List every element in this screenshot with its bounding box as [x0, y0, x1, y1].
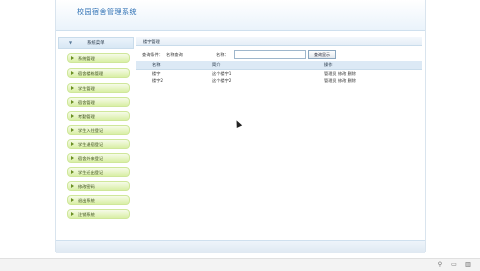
sidebar-item-checkin[interactable]: 学生入住登记 — [67, 125, 130, 135]
arrow-right-icon — [71, 156, 74, 160]
table-row: 楼宇 这个楼宇1 管理员 修改 删除 — [136, 70, 422, 78]
sidebar-item-checkout[interactable]: 学生退宿登记 — [67, 139, 130, 149]
arrow-right-icon — [71, 212, 74, 216]
building-table: 名称 简介 操作 楼宇 这个楼宇1 管理员 修改 删除 楼宇2 这个楼宇2 管理… — [136, 61, 422, 84]
sidebar-item-building[interactable]: 宿舍楼栋管理 — [67, 68, 130, 78]
sidebar-item-system[interactable]: 系统管理 — [67, 53, 130, 63]
sidebar-item-exit[interactable]: 退出系统 — [67, 195, 130, 205]
filter-label: 查询条件： — [142, 52, 163, 57]
sidebar-item-logout[interactable]: 注销系统 — [67, 209, 130, 219]
arrow-right-icon — [71, 198, 74, 202]
arrow-right-icon — [71, 142, 74, 146]
arrow-right-icon — [71, 56, 74, 60]
trash-icon[interactable]: ▥ — [464, 261, 472, 269]
arrow-right-icon — [71, 86, 74, 90]
cell-desc: 这个楼宇2 — [212, 77, 232, 83]
main-content: 楼宇管理 查询条件： 名称查询 名称： 查询显示 名称 简介 操作 楼宇 这个楼… — [136, 37, 422, 240]
sidebar-item-password[interactable]: 修改密码 — [67, 181, 130, 191]
sidebar: ▼ 系统菜单 系统管理 宿舍楼栋管理 学生管理 宿舍管理 考勤管理 学生入住登记… — [58, 37, 134, 240]
table-row: 楼宇2 这个楼宇2 管理员 修改 删除 — [136, 77, 422, 84]
arrow-right-icon — [71, 114, 74, 118]
cell-name: 楼宇 — [152, 70, 161, 76]
sidebar-item-student[interactable]: 学生管理 — [67, 83, 130, 93]
sidebar-item-attendance[interactable]: 考勤管理 — [67, 111, 130, 121]
sidebar-item-moveout[interactable]: 学生迁出登记 — [67, 167, 130, 177]
window-icon[interactable]: ▭ — [450, 261, 458, 269]
arrow-right-icon — [71, 100, 74, 104]
arrow-right-icon — [71, 170, 74, 174]
cell-actions[interactable]: 管理员 修改 删除 — [324, 70, 422, 78]
sidebar-item-visitor[interactable]: 宿舍外来登记 — [67, 153, 130, 163]
collapse-arrow-icon[interactable]: ▼ — [69, 40, 72, 45]
cell-name: 楼宇2 — [152, 77, 164, 83]
pin-icon[interactable]: ⚲ — [436, 261, 444, 269]
filter-mode[interactable]: 名称查询 — [166, 52, 183, 58]
name-label: 名称： — [216, 52, 229, 57]
taskbar: ⚲ ▭ ▥ — [0, 258, 480, 271]
table-header-row: 名称 简介 操作 — [136, 61, 422, 70]
search-button[interactable]: 查询显示 — [308, 50, 336, 59]
sidebar-item-dorm[interactable]: 宿舍管理 — [67, 97, 130, 107]
arrow-right-icon — [71, 184, 74, 188]
cell-desc: 这个楼宇1 — [212, 70, 232, 76]
arrow-right-icon — [71, 71, 74, 75]
app-header: 校园宿舍管理系统 — [56, 0, 425, 31]
column-header-desc: 简介 — [212, 61, 324, 70]
section-title: 楼宇管理 — [143, 38, 160, 44]
column-header-name: 名称 — [136, 61, 212, 70]
arrow-right-icon — [71, 128, 74, 132]
filter-bar: 查询条件： 名称查询 名称： 查询显示 — [136, 50, 422, 60]
footer-bar — [56, 240, 425, 253]
column-header-actions: 操作 — [324, 61, 422, 70]
name-search-input[interactable] — [234, 50, 306, 59]
sidebar-title: 系统菜单 — [87, 41, 105, 46]
cell-actions[interactable]: 管理员 修改 删除 — [324, 77, 422, 84]
content-header: 楼宇管理 — [136, 37, 422, 46]
sidebar-header[interactable]: ▼ 系统菜单 — [58, 37, 134, 49]
app-title: 校园宿舍管理系统 — [77, 8, 137, 16]
